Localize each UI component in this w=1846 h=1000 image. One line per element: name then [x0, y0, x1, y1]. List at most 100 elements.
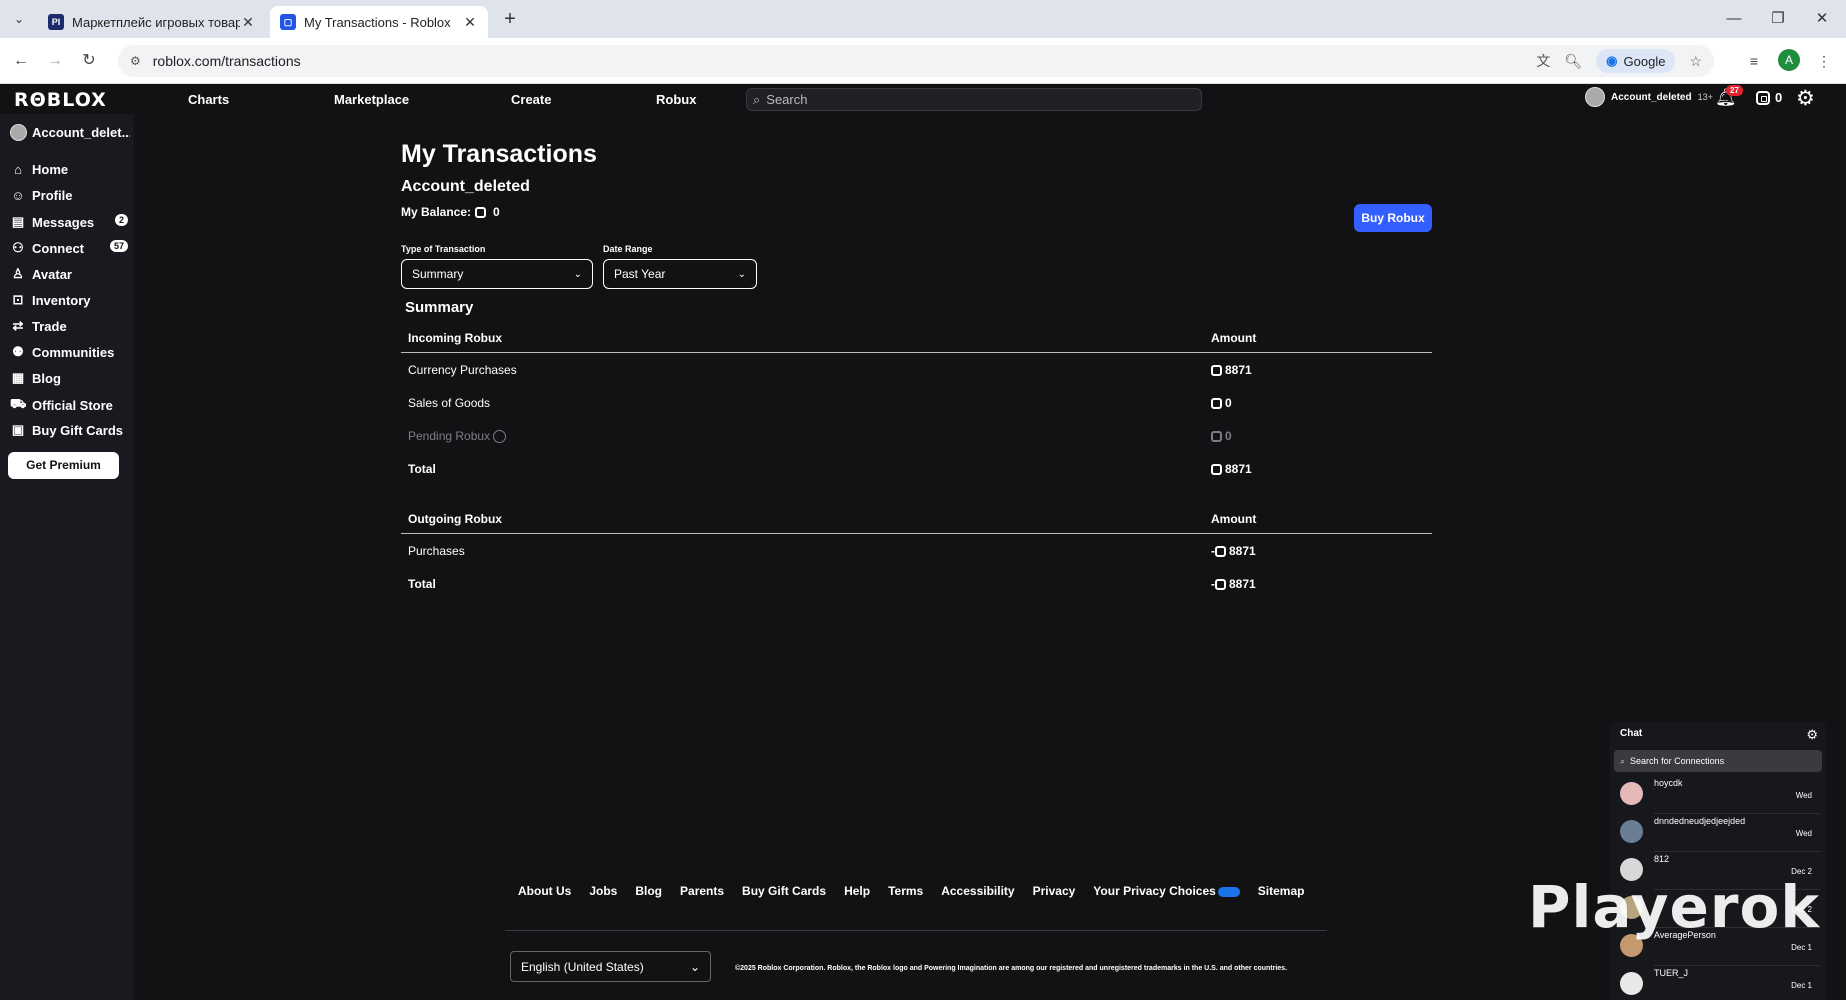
translate-icon[interactable]: 文	[1536, 51, 1550, 71]
browser-menu-icon[interactable]: ⋮	[1812, 49, 1836, 73]
url-text[interactable]: roblox.com/transactions	[153, 53, 1537, 69]
footer-link-parents[interactable]: Parents	[680, 884, 724, 898]
sidebar-item-label: Avatar	[32, 266, 72, 282]
transaction-type-select[interactable]: Summary ⌄	[401, 259, 593, 289]
robux-icon	[1756, 90, 1770, 105]
nav-marketplace[interactable]: Marketplace	[334, 92, 409, 107]
messages-count-badge: 2	[114, 214, 128, 226]
footer-link-privacy[interactable]: Privacy	[1033, 884, 1076, 898]
language-select[interactable]: English (United States) ⌄	[510, 951, 711, 982]
sidebar-item-connect[interactable]: ⚇ Connect 57	[10, 240, 128, 256]
clock-icon[interactable]	[493, 430, 507, 444]
close-tab-icon[interactable]: ✕	[240, 14, 256, 31]
outgoing-robux-table: Outgoing Robux Amount Purchases -8871 To…	[401, 504, 1432, 600]
row-label: Pending Robux	[408, 429, 507, 444]
chat-settings-icon[interactable]: ⚙	[1806, 727, 1818, 743]
pending-label: Pending Robux	[408, 429, 491, 443]
footer-link-blog[interactable]: Blog	[635, 884, 662, 898]
avatar	[1585, 87, 1605, 107]
sidebar-item-communities[interactable]: ⚉ Communities	[10, 344, 128, 360]
sidebar-item-trade[interactable]: ⇄ Trade	[10, 318, 128, 334]
footer-link-privacy-choices[interactable]: Your Privacy Choices	[1093, 884, 1240, 898]
reload-icon[interactable]: ↻	[76, 48, 102, 74]
sidebar-item-label: Home	[32, 162, 69, 177]
chat-conversation[interactable]: TUER_J Dec 1	[1610, 966, 1826, 1000]
user-profile-chip[interactable]: Account_deleted 13+	[1585, 87, 1713, 107]
window-close-icon[interactable]: ✕	[1800, 6, 1844, 32]
row-amount: 8871	[1211, 363, 1252, 377]
chat-title[interactable]: Chat	[1620, 728, 1642, 739]
search-input[interactable]: ⌕ Search	[746, 88, 1202, 111]
chat-time: Wed	[1795, 791, 1812, 800]
home-icon: ⌂	[14, 162, 22, 177]
messages-icon: ▤	[11, 214, 25, 229]
zoom-icon[interactable]: 🔍︎	[1564, 53, 1582, 70]
site-info-icon[interactable]: ⚙	[130, 54, 141, 68]
close-tab-icon[interactable]: ✕	[462, 14, 478, 31]
footer-link-about-us[interactable]: About Us	[518, 884, 571, 898]
nav-create[interactable]: Create	[511, 92, 551, 107]
footer-link-sitemap[interactable]: Sitemap	[1258, 884, 1305, 898]
chat-search-placeholder: Search for Connections	[1630, 756, 1725, 766]
bookmark-star-icon[interactable]: ☆	[1689, 53, 1702, 70]
sidebar-item-home[interactable]: ⌂ Home	[10, 162, 128, 177]
nav-robux[interactable]: Robux	[656, 92, 696, 107]
footer-link-gift-cards[interactable]: Buy Gift Cards	[742, 884, 826, 898]
date-range-select[interactable]: Past Year ⌄	[603, 259, 757, 289]
summary-heading: Summary	[405, 299, 474, 316]
footer-link-accessibility[interactable]: Accessibility	[941, 884, 1014, 898]
buy-robux-button[interactable]: Buy Robux	[1354, 204, 1432, 232]
robux-icon	[1215, 546, 1226, 558]
row-label: Total	[408, 577, 436, 591]
restore-icon[interactable]: ❐	[1756, 6, 1800, 32]
media-controls-icon[interactable]: ≡	[1742, 49, 1766, 73]
sidebar-item-blog[interactable]: ▦ Blog	[10, 370, 128, 386]
browser-profile-avatar[interactable]: A	[1778, 49, 1800, 71]
sidebar-item-label: Connect	[32, 240, 84, 256]
chat-conversation[interactable]: hoycdk Wed	[1610, 776, 1826, 814]
sidebar-item-profile[interactable]: ☺ Profile	[10, 188, 128, 203]
footer-link-terms[interactable]: Terms	[888, 884, 923, 898]
chevron-down-icon: ⌄	[689, 959, 700, 974]
chat-search-input[interactable]: ⌕ Search for Connections	[1614, 750, 1822, 772]
robux-icon	[1211, 431, 1222, 443]
footer-divider	[505, 930, 1327, 931]
minimize-icon[interactable]: —	[1712, 6, 1756, 32]
tab-list-chevron-icon[interactable]: ⌄	[6, 8, 32, 30]
new-tab-plus-icon[interactable]: +	[498, 8, 522, 32]
chat-conversation[interactable]: dnndedneudjedjeejded Wed	[1610, 814, 1826, 852]
table-row: Sales of Goods 0	[401, 386, 1432, 419]
robux-icon	[475, 206, 487, 218]
sidebar-user[interactable]: Account_delet...	[10, 124, 130, 141]
url-omnibox[interactable]: ⚙ roblox.com/transactions 文 🔍︎ ◉ Google …	[118, 45, 1714, 77]
sidebar-item-official-store[interactable]: ⛟ Official Store	[10, 396, 128, 414]
forward-arrow-icon[interactable]: →	[42, 48, 68, 74]
connect-icon: ⚇	[12, 240, 24, 255]
back-arrow-icon[interactable]: ←	[8, 48, 34, 74]
sidebar-item-messages[interactable]: ▤ Messages 2	[10, 214, 128, 230]
row-amount: 0	[1211, 429, 1232, 443]
privacy-toggle-icon	[1217, 886, 1240, 897]
footer-link-help[interactable]: Help	[844, 884, 870, 898]
roblox-logo[interactable]: RΘBLOX	[14, 89, 107, 111]
browser-tab-marketplace[interactable]: PI Маркетплейс игровых товаро ✕	[38, 6, 266, 38]
sidebar-item-inventory[interactable]: ⊡ Inventory	[10, 292, 128, 308]
get-premium-button[interactable]: Get Premium	[8, 452, 119, 479]
robux-icon	[1211, 398, 1222, 410]
inventory-icon: ⊡	[12, 292, 24, 307]
robux-balance-button[interactable]: 0	[1756, 90, 1782, 105]
settings-gear-icon[interactable]: ⚙	[1796, 86, 1815, 111]
chat-time: Dec 1	[1791, 943, 1812, 952]
sidebar-item-buy-gift-cards[interactable]: ▣ Buy Gift Cards	[10, 422, 128, 438]
google-lens-chip[interactable]: ◉ Google	[1596, 49, 1676, 73]
age-badge: 13+	[1697, 92, 1713, 102]
footer-link-jobs[interactable]: Jobs	[589, 884, 617, 898]
sidebar-item-label: Messages	[32, 214, 95, 230]
table-row: Total 8871	[401, 452, 1432, 485]
sidebar-item-avatar[interactable]: ♙ Avatar	[10, 266, 128, 282]
table-row: Purchases -8871	[401, 534, 1432, 567]
browser-tab-bar: ⌄ PI Маркетплейс игровых товаро ✕ ▢ My T…	[0, 0, 1846, 38]
date-range-value: Past Year	[614, 267, 666, 281]
browser-tab-transactions[interactable]: ▢ My Transactions - Roblox ✕	[270, 6, 488, 38]
nav-charts[interactable]: Charts	[188, 92, 229, 107]
